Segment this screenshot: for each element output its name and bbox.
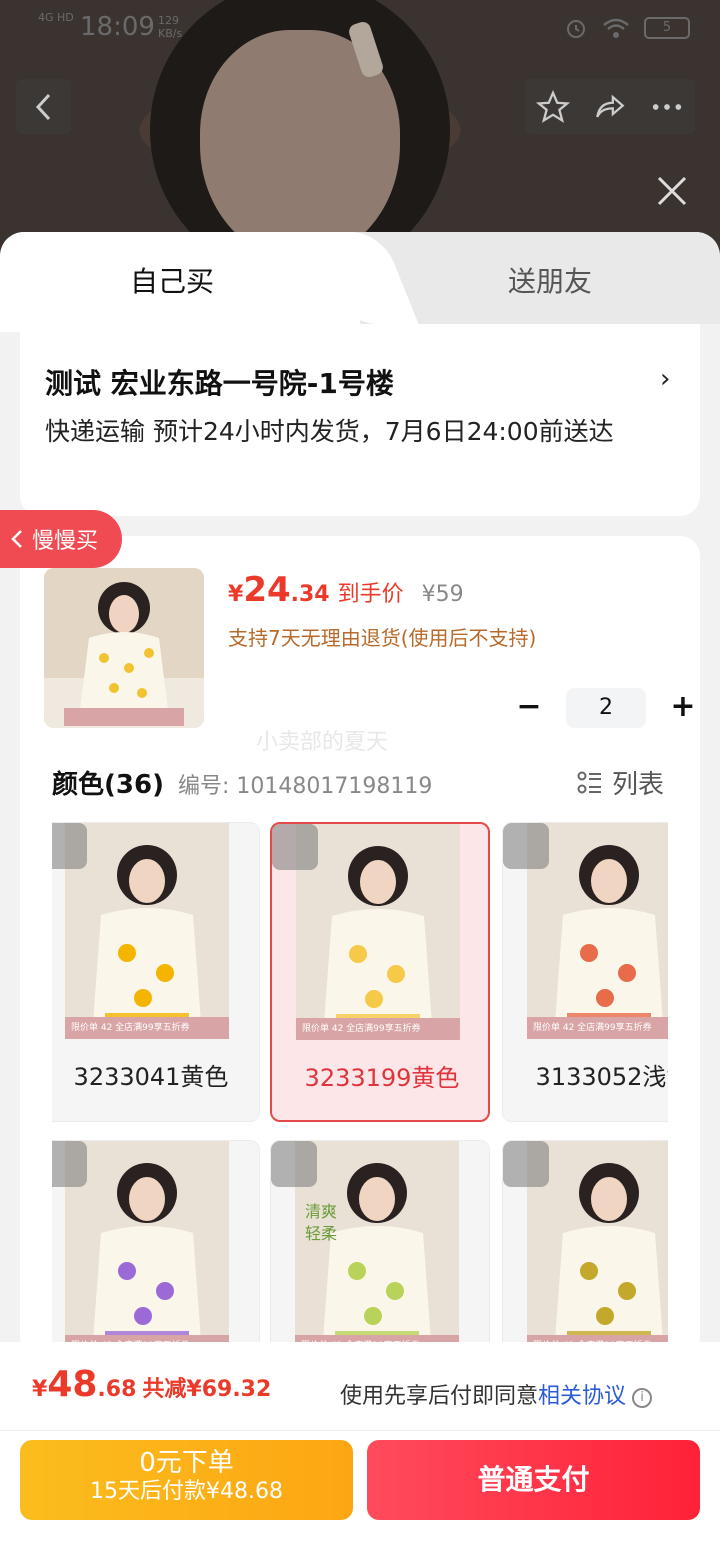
alarm-icon <box>567 20 585 38</box>
chevron-left-icon <box>11 530 22 548</box>
agreement-link[interactable]: 相关协议 <box>538 1384 626 1409</box>
normal-pay-button[interactable]: 普通支付 <box>367 1440 700 1520</box>
expand-icon[interactable] <box>271 1141 317 1187</box>
more-icon[interactable] <box>650 90 684 124</box>
wifi-icon <box>603 18 629 38</box>
checkout-bar: ¥48.68 共减¥69.32 使用先享后付即同意相关协议 i 0元下单 15天后付… <box>0 1342 720 1544</box>
list-view-toggle[interactable]: 列表 <box>576 764 664 801</box>
price-integer: 24 <box>243 570 291 610</box>
tile-overlay-text: 清爽 轻柔 <box>305 1202 338 1243</box>
address-card[interactable]: 测试 宏业东路一号院-1号楼 › 快递运输 预计24小时内发货，7月6日24:0… <box>20 324 700 516</box>
promo-strip: 限价单 42 全店满99享五折券 <box>65 1017 229 1039</box>
price-line: ¥24.34 到手价 ¥59 <box>228 570 464 610</box>
increase-button[interactable]: + <box>668 692 698 723</box>
total-price: ¥48.68 共减¥69.32 <box>32 1364 272 1405</box>
star-icon[interactable] <box>536 89 571 124</box>
info-icon[interactable]: i <box>632 1388 653 1408</box>
product-card: ¥24.34 到手价 ¥59 支持7天无理由退货(使用后不支持) − 2 + 小卖部… <box>20 536 700 1362</box>
quantity-stepper: − 2 + <box>514 688 698 728</box>
color-option-image <box>65 823 229 1039</box>
color-grid: 限价单 42 全店满99享五折券 3233041黄色 限价单 42 全店满99享五折… <box>52 822 668 1362</box>
color-title: 颜色(36) <box>52 770 164 800</box>
network-speed: 129 KB/s <box>158 14 183 40</box>
color-option[interactable]: 限价单 42 全店满99享五折券 <box>502 1140 668 1362</box>
product-code: 编号: 10148017198119 <box>177 774 433 799</box>
tab-buy-self[interactable]: 自己买 <box>130 260 214 300</box>
color-option-image <box>295 1141 459 1357</box>
color-option[interactable]: 限价单 42 全店满99享五折券 <box>52 1140 260 1362</box>
color-header: 颜色(36) 编号: 10148017198119 <box>52 764 432 801</box>
quantity-input[interactable]: 2 <box>566 688 646 728</box>
color-option-label: 3233199黄色 <box>304 1064 460 1092</box>
clock: 18:09 <box>80 12 155 42</box>
chevron-left-icon <box>35 93 50 120</box>
address-name: 测试 宏业东路一号院-1号楼 <box>45 367 394 400</box>
expand-icon[interactable] <box>503 823 549 869</box>
list-icon <box>577 771 601 793</box>
color-option-image <box>296 824 460 1040</box>
close-icon[interactable] <box>654 173 690 209</box>
slow-buy-button[interactable]: 慢慢买 <box>0 510 122 568</box>
product-thumbnail[interactable] <box>44 568 204 728</box>
original-price: ¥59 <box>421 582 464 607</box>
color-option-label: 3133052浅黄 <box>535 1063 668 1091</box>
back-button[interactable] <box>16 79 71 134</box>
divider <box>0 1430 720 1431</box>
decrease-button[interactable]: − <box>514 692 544 723</box>
watermark: 小卖部的夏天 <box>256 730 389 755</box>
status-bar: 4G HD 18:09 129 KB/s 5 <box>0 0 720 56</box>
tab-bar: 自己买 送朋友 <box>0 232 720 332</box>
tab-gift-friend[interactable]: 送朋友 <box>508 260 592 300</box>
pay-later-button[interactable]: 0元下单 15天后付款¥48.68 <box>20 1440 353 1520</box>
expand-icon[interactable] <box>52 1141 87 1187</box>
expand-icon[interactable] <box>503 1141 549 1187</box>
network-indicator: 4G HD <box>38 11 74 24</box>
color-option-image <box>65 1141 229 1357</box>
delivery-note: 快递运输 预计24小时内发货，7月6日24:00前送达 <box>45 417 614 446</box>
color-option[interactable]: 限价单 42 全店满99享五折券 3233199黄色 <box>270 822 490 1122</box>
promo-strip: 限价单 42 全店满99享五折券 <box>296 1018 460 1040</box>
total-discount: 共减¥69.32 <box>142 1377 272 1402</box>
color-option[interactable]: 限价单 42 全店满99享五折券 3133052浅黄 <box>502 822 668 1122</box>
color-option[interactable]: 限价单 42 全店满99享五折券清爽 轻柔 <box>270 1140 490 1362</box>
header-actions <box>525 79 695 134</box>
battery-icon: 5 <box>644 17 690 39</box>
color-option-label: 3233041黄色 <box>73 1063 229 1091</box>
promo-strip: 限价单 42 全店满99享五折券 <box>527 1017 668 1039</box>
slow-buy-label: 慢慢买 <box>32 529 99 554</box>
return-policy: 支持7天无理由退货(使用后不支持) <box>228 626 537 650</box>
final-price-tag: 到手价 <box>337 582 404 607</box>
expand-icon[interactable] <box>272 824 318 870</box>
expand-icon[interactable] <box>52 823 87 869</box>
color-option[interactable]: 限价单 42 全店满99享五折券 3233041黄色 <box>52 822 260 1122</box>
list-label: 列表 <box>612 770 665 800</box>
agreement-text: 使用先享后付即同意相关协议 i <box>340 1378 653 1410</box>
chevron-right-icon: › <box>660 364 671 394</box>
share-icon[interactable] <box>593 90 627 124</box>
